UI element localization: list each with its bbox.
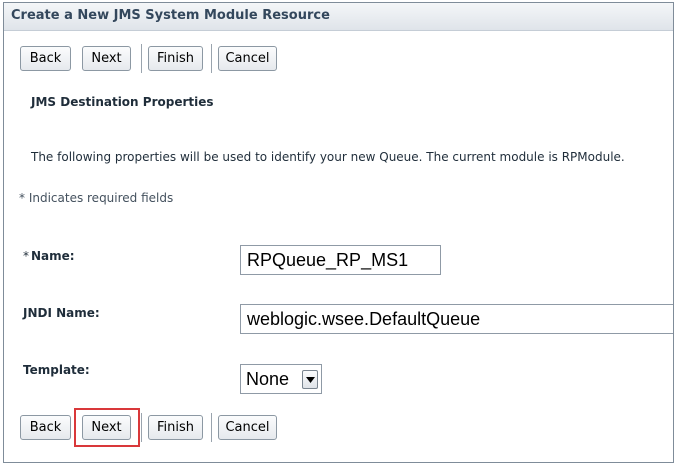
next-button-top[interactable]: Next — [82, 46, 131, 71]
wizard-panel: Create a New JMS System Module Resource … — [3, 2, 674, 463]
toolbar-separator — [211, 44, 212, 73]
cancel-button-bottom[interactable]: Cancel — [218, 415, 277, 440]
toolbar-separator — [141, 44, 142, 73]
name-field[interactable] — [240, 245, 441, 275]
section-heading: JMS Destination Properties — [31, 95, 214, 109]
name-label-text: Name: — [31, 249, 75, 263]
template-select[interactable]: None — [240, 364, 322, 394]
back-button-top[interactable]: Back — [20, 46, 71, 71]
finish-button-bottom[interactable]: Finish — [148, 415, 203, 440]
intro-text: The following properties will be used to… — [31, 150, 625, 164]
template-selected-value: None — [246, 369, 290, 389]
name-label: * Name: — [23, 249, 75, 263]
jndi-name-field[interactable] — [240, 304, 673, 334]
template-label: Template: — [23, 363, 90, 377]
next-button-bottom[interactable]: Next — [82, 415, 131, 440]
jndi-name-label: JNDI Name: — [23, 306, 100, 320]
required-marker: * — [23, 249, 29, 263]
back-button-bottom[interactable]: Back — [20, 415, 71, 440]
toolbar-separator — [141, 413, 142, 442]
chevron-down-icon[interactable] — [302, 370, 318, 389]
cancel-button-top[interactable]: Cancel — [218, 46, 277, 71]
title-bar: Create a New JMS System Module Resource — [4, 3, 673, 31]
toolbar-separator — [211, 413, 212, 442]
page-title: Create a New JMS System Module Resource — [11, 8, 330, 23]
required-fields-note: * Indicates required fields — [19, 191, 174, 205]
finish-button-top[interactable]: Finish — [148, 46, 203, 71]
